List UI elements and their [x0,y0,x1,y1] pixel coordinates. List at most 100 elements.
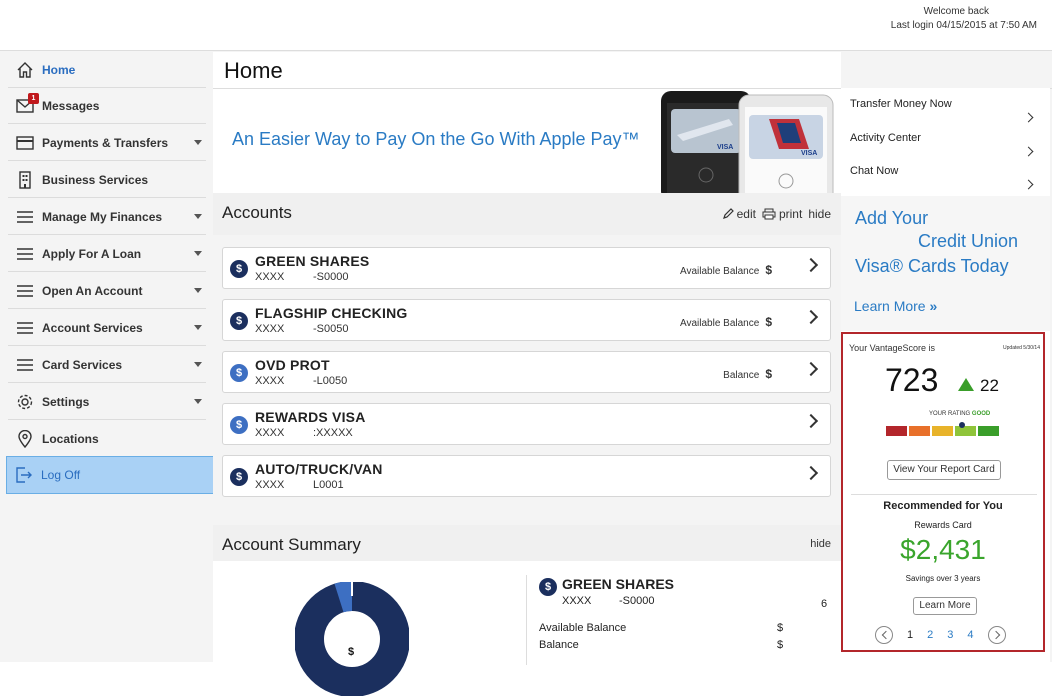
sidebar-item-home[interactable]: Home [8,52,206,88]
chevron-right-icon [803,257,819,273]
svg-text:VISA: VISA [717,144,733,151]
summary-available-balance-value: $ [777,622,784,634]
sidebar-item-payments-transfers[interactable]: Payments & Transfers [8,125,206,161]
edit-label: edit [736,207,756,221]
messages-count-badge: 1 [28,92,39,104]
account-row-ovd-prot[interactable]: $ OVD PROT XXXX -L0050 Balance $ [222,351,831,393]
hide-accounts-button[interactable]: hide [808,207,831,221]
apple-pay-promo-banner[interactable]: An Easier Way to Pay On the Go With Appl… [213,89,841,193]
quick-link-chat-now[interactable]: Chat Now [850,165,1040,199]
main-content: Home An Easier Way to Pay On the Go With… [213,52,1052,696]
sidebar-item-log-off[interactable]: Log Off [6,456,214,494]
sidebar: Home 1 Messages Payments & Transfers Bus… [0,52,214,662]
menu-icon [8,210,42,223]
view-report-card-button[interactable]: View Your Report Card [887,460,1001,480]
quick-link-transfer-money[interactable]: Transfer Money Now [850,98,1040,132]
top-bar: Welcome back Last login 04/15/2015 at 7:… [0,0,1052,50]
sidebar-item-account-services[interactable]: Account Services [8,310,206,346]
quick-link-label: Transfer Money Now [850,98,952,110]
page-4[interactable]: 4 [967,629,973,641]
visa-ad-line-3: Visa® Cards Today [855,256,1009,276]
account-number-prefix: XXXX [255,427,285,439]
menu-icon [8,321,42,334]
chevron-right-icon [1023,112,1034,123]
chevron-down-icon[interactable] [194,325,202,330]
rating-bar-segment [909,426,930,436]
accounts-list: $ GREEN SHARES XXXX -S0000 Available Bal… [213,235,841,525]
dollar-icon: $ [230,312,248,330]
learn-more-button[interactable]: Learn More [913,597,977,615]
balance-label: Available Balance [679,318,760,329]
page-2[interactable]: 2 [927,629,933,641]
account-balance: Balance $ [723,367,772,381]
quick-link-label: Chat Now [850,165,899,177]
savings-amount: $2,431 [900,534,986,565]
account-name: REWARDS VISA [255,409,366,425]
account-row-rewards-visa[interactable]: $ REWARDS VISA XXXX :XXXXX [222,403,831,445]
account-row-flagship-checking[interactable]: $ FLAGSHIP CHECKING XXXX -S0050 Availabl… [222,299,831,341]
sidebar-item-label: Apply For A Loan [42,246,142,261]
hide-summary-button[interactable]: hide [810,538,831,550]
score-rating-bar [886,426,999,436]
account-number-prefix: XXXX [255,479,285,491]
chevron-left-icon [881,630,891,640]
prev-page-button[interactable] [875,626,893,644]
chevron-right-icon [803,465,819,481]
donut-center-label: $ [348,646,354,658]
sidebar-item-label: Open An Account [42,283,143,298]
quick-link-label: Activity Center [850,132,921,144]
sidebar-item-locations[interactable]: Locations [8,421,206,457]
vantage-score-card: Your VantageScore is Updated 5/30/14 723… [841,332,1045,652]
summary-available-balance-label: Available Balance [539,622,627,634]
page-title: Home [224,58,283,83]
account-row-green-shares[interactable]: $ GREEN SHARES XXXX -S0000 Available Bal… [222,247,831,289]
chevron-down-icon[interactable] [194,288,202,293]
chevron-down-icon[interactable] [194,140,202,145]
summary-balance-value: $ [777,639,784,651]
rating-value: GOOD [971,411,991,417]
sidebar-item-label: Account Services [42,320,143,335]
chevron-right-icon [803,413,819,429]
chevron-down-icon[interactable] [194,399,202,404]
promo-text: An Easier Way to Pay On the Go With Appl… [232,129,640,149]
visa-ad-line-2: Credit Union [918,231,1019,251]
sidebar-item-card-services[interactable]: Card Services [8,347,206,383]
sidebar-item-open-account[interactable]: Open An Account [8,273,206,309]
sidebar-item-business-services[interactable]: Business Services [8,162,206,198]
page-3[interactable]: 3 [947,629,953,641]
menu-icon [8,358,42,371]
chevron-down-icon[interactable] [194,362,202,367]
rating-bar-segment [955,426,976,436]
visa-ad-learn-more-link[interactable]: Learn More » [854,298,937,314]
sidebar-item-apply-loan[interactable]: Apply For A Loan [8,236,206,272]
sidebar-item-settings[interactable]: Settings [8,384,206,420]
rating-bar-segment [932,426,953,436]
account-row-auto-truck-van[interactable]: $ AUTO/TRUCK/VAN XXXX L0001 [222,455,831,497]
sidebar-item-label: Payments & Transfers [42,135,169,150]
visa-card-promo[interactable]: Add Your Credit Union Visa® Cards Today … [841,196,1050,331]
sidebar-item-messages[interactable]: 1 Messages [8,88,206,124]
chevron-down-icon[interactable] [194,214,202,219]
recommended-title: Recommended for You [883,500,1003,512]
dollar-icon: $ [230,468,248,486]
sidebar-item-manage-finances[interactable]: Manage My Finances [8,199,206,235]
location-pin-icon [8,429,42,448]
account-number-suffix: :XXXXX [313,427,353,439]
edit-button[interactable]: edit [722,207,756,221]
printer-icon [762,208,776,220]
score-updated-date: Updated 5/30/14 [1003,345,1040,351]
page-1[interactable]: 1 [907,629,913,641]
balance-donut-chart: $ [295,582,409,696]
quick-links: Transfer Money Now Activity Center Chat … [841,88,1050,196]
print-button[interactable]: print [762,207,802,221]
pagination: 1 2 3 4 [875,626,1006,644]
account-number-suffix: -S0000 [313,271,349,283]
menu-icon [8,284,42,297]
chevron-down-icon[interactable] [194,251,202,256]
summary-account-name: GREEN SHARES [562,576,675,592]
quick-link-activity-center[interactable]: Activity Center [850,132,1040,166]
summary-balance-label: Balance [539,639,579,651]
balance-value: $ [765,367,772,381]
chevron-right-icon [991,630,1000,640]
next-page-button[interactable] [987,626,1006,644]
